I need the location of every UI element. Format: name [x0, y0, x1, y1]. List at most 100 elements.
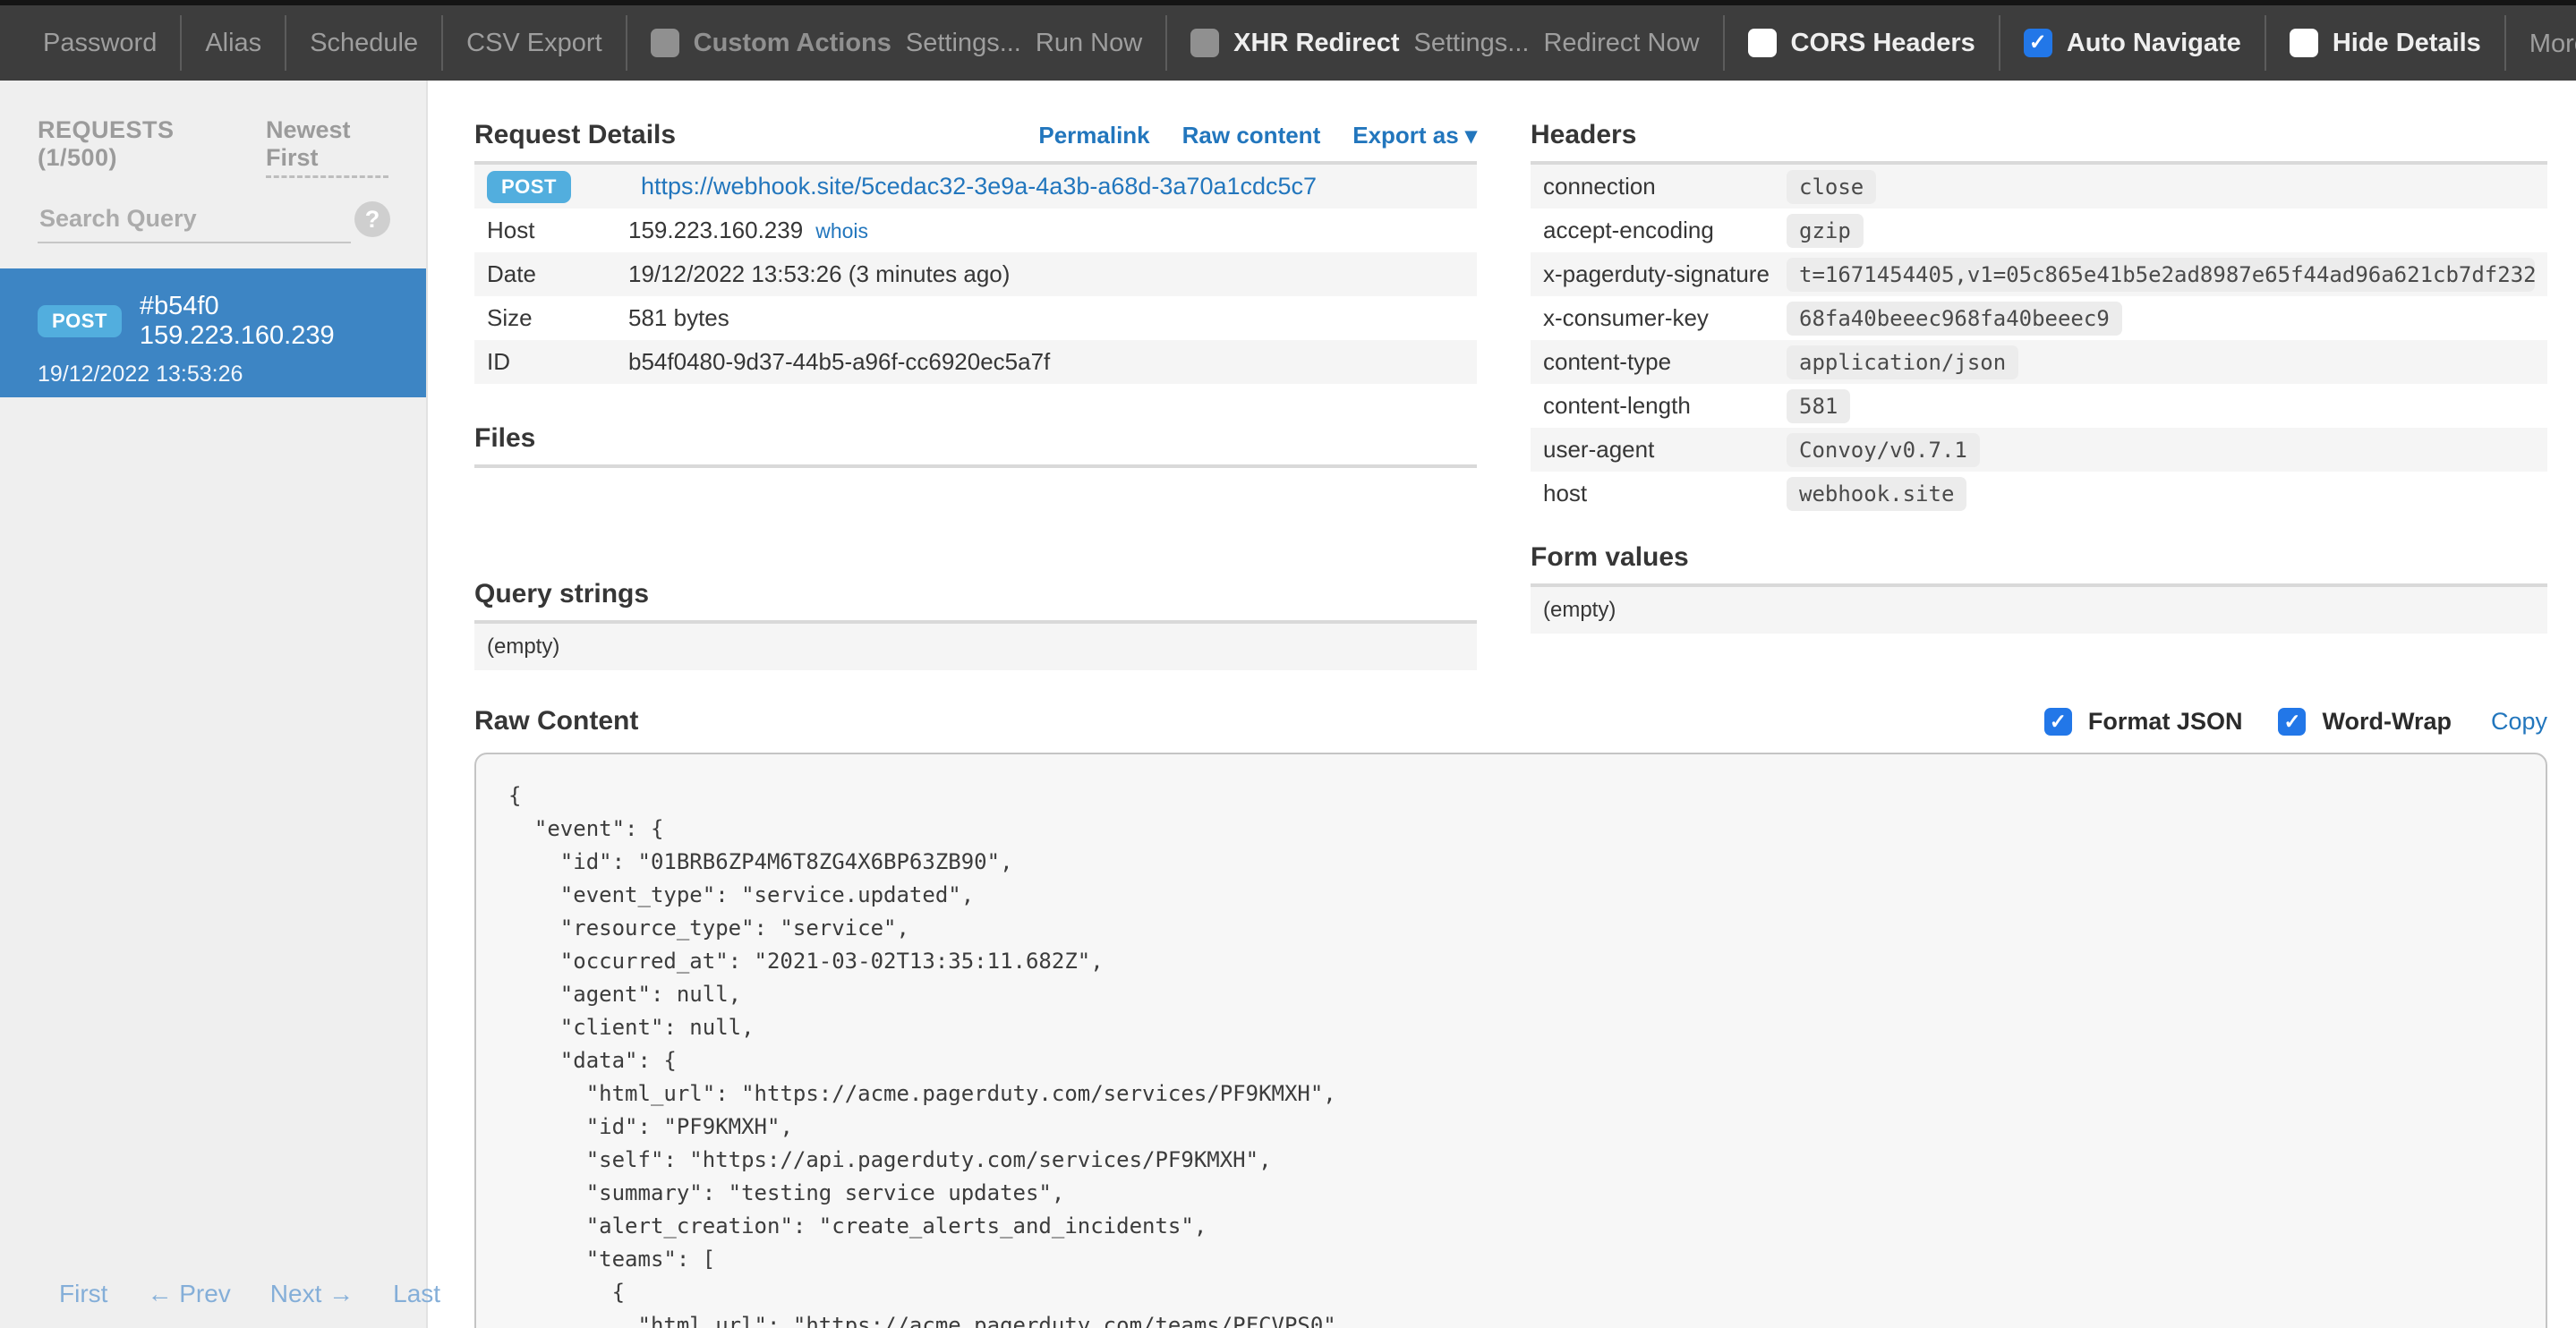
- table-row: Date 19/12/2022 13:53:26 (3 minutes ago): [474, 252, 1477, 296]
- pagination-prev[interactable]: ← Prev: [147, 1280, 230, 1308]
- table-row: user-agent Convoy/v0.7.1: [1531, 428, 2547, 472]
- raw-content-body[interactable]: { "event": { "id": "01BRB6ZP4M6T8ZG4X6BP…: [474, 753, 2547, 1328]
- query-strings-empty: (empty): [474, 624, 1477, 670]
- request-url-link[interactable]: https://webhook.site/5cedac32-3e9a-4a3b-…: [641, 173, 1317, 200]
- top-navbar: Password Alias Schedule CSV Export Custo…: [0, 5, 2576, 81]
- nav-divider: [441, 15, 443, 71]
- headers-table: connection close accept-encoding gzip x-…: [1531, 165, 2547, 515]
- pagination-last[interactable]: Last: [393, 1280, 440, 1308]
- header-name: user-agent: [1543, 436, 1787, 464]
- host-value: 159.223.160.239: [628, 217, 803, 244]
- hide-details-checkbox[interactable]: [2290, 29, 2318, 57]
- custom-actions-run-now-link[interactable]: Run Now: [1036, 29, 1142, 58]
- whois-link[interactable]: whois: [815, 219, 868, 243]
- nav-divider: [1999, 15, 2000, 71]
- xhr-redirect-checkbox[interactable]: [1190, 29, 1219, 57]
- auto-navigate-checkbox[interactable]: [2024, 29, 2052, 57]
- row-label: Host: [487, 217, 628, 244]
- hide-details-label: Hide Details: [2333, 29, 2481, 58]
- pagination: First ← Prev Next → Last: [0, 1280, 426, 1308]
- header-value: gzip: [1787, 214, 1864, 248]
- custom-actions-checkbox[interactable]: [651, 29, 679, 57]
- header-name: content-length: [1543, 392, 1787, 420]
- export-as-dropdown[interactable]: Export as ▾: [1352, 122, 1477, 149]
- nav-divider: [1165, 15, 1167, 71]
- permalink-link[interactable]: Permalink: [1038, 122, 1149, 149]
- header-name: connection: [1543, 173, 1787, 200]
- word-wrap-label: Word-Wrap: [2322, 708, 2452, 736]
- requests-count-label: REQUESTS (1/500): [38, 116, 228, 172]
- xhr-redirect-now-link[interactable]: Redirect Now: [1543, 29, 1699, 58]
- header-value: close: [1787, 170, 1876, 204]
- form-values-empty: (empty): [1531, 587, 2547, 634]
- xhr-redirect-settings-link[interactable]: Settings...: [1413, 29, 1529, 58]
- header-name: host: [1543, 480, 1787, 507]
- nav-schedule[interactable]: Schedule: [310, 29, 418, 58]
- pagination-next[interactable]: Next →: [270, 1280, 354, 1308]
- header-value: application/json: [1787, 345, 2018, 379]
- xhr-redirect-label: XHR Redirect: [1233, 29, 1399, 58]
- size-value: 581 bytes: [628, 304, 729, 332]
- headers-title: Headers: [1531, 120, 1636, 150]
- nav-divider: [626, 15, 627, 71]
- form-values-section-header: Form values: [1531, 542, 2547, 587]
- nav-password[interactable]: Password: [43, 29, 157, 58]
- header-value: webhook.site: [1787, 477, 1966, 511]
- nav-csv-export[interactable]: CSV Export: [466, 29, 602, 58]
- table-row: host webhook.site: [1531, 472, 2547, 515]
- sort-order-toggle[interactable]: Newest First: [266, 116, 388, 178]
- query-strings-title: Query strings: [474, 579, 649, 609]
- table-row: x-pagerduty-signature t=1671454405,v1=05…: [1531, 252, 2547, 296]
- table-row: content-length 581: [1531, 384, 2547, 428]
- table-row: POST https://webhook.site/5cedac32-3e9a-…: [474, 165, 1477, 209]
- custom-actions-settings-link[interactable]: Settings...: [906, 29, 1021, 58]
- help-icon[interactable]: ?: [354, 201, 390, 237]
- header-value: 68fa40beeec968fa40beeec9: [1787, 302, 2122, 336]
- nav-divider: [180, 15, 182, 71]
- headers-section: Headers connection close accept-encoding…: [1531, 120, 2547, 634]
- table-row: accept-encoding gzip: [1531, 209, 2547, 252]
- custom-actions-label: Custom Actions: [694, 29, 891, 58]
- method-badge: POST: [38, 305, 122, 337]
- form-values-title: Form values: [1531, 542, 1689, 573]
- cors-headers-checkbox[interactable]: [1748, 29, 1777, 57]
- row-label: Size: [487, 304, 628, 332]
- nav-divider: [285, 15, 286, 71]
- row-label: Date: [487, 260, 628, 288]
- format-json-checkbox[interactable]: [2044, 708, 2072, 736]
- row-label: ID: [487, 348, 628, 376]
- table-row: connection close: [1531, 165, 2547, 209]
- header-name: accept-encoding: [1543, 217, 1787, 244]
- word-wrap-checkbox[interactable]: [2278, 708, 2306, 736]
- table-row: Size 581 bytes: [474, 296, 1477, 340]
- request-item-timestamp: 19/12/2022 13:53:26: [38, 362, 399, 387]
- request-details-table: POST https://webhook.site/5cedac32-3e9a-…: [474, 165, 1477, 384]
- nav-divider: [2265, 15, 2266, 71]
- table-row: Host 159.223.160.239 whois: [474, 209, 1477, 252]
- more-dropdown[interactable]: More ▾: [2529, 28, 2576, 59]
- raw-content-section: Raw Content Format JSON Word-Wrap Copy {…: [474, 706, 2547, 1328]
- query-strings-section-header: Query strings: [474, 579, 1477, 624]
- table-row: content-type application/json: [1531, 340, 2547, 384]
- request-list-item-selected[interactable]: POST #b54f0 159.223.160.239 19/12/2022 1…: [0, 268, 426, 397]
- header-value: t=1671454405,v1=05c865e41b5e2ad8987e65f4…: [1787, 258, 2535, 292]
- pagination-first[interactable]: First: [59, 1280, 107, 1308]
- cors-headers-label: CORS Headers: [1791, 29, 1975, 58]
- method-badge: POST: [487, 171, 571, 203]
- files-title: Files: [474, 423, 535, 454]
- nav-alias[interactable]: Alias: [205, 29, 261, 58]
- files-section-header: Files: [474, 423, 1477, 468]
- copy-link[interactable]: Copy: [2491, 708, 2547, 736]
- header-name: x-consumer-key: [1543, 304, 1787, 332]
- search-input[interactable]: [38, 200, 351, 243]
- raw-content-title: Raw Content: [474, 706, 638, 736]
- request-details-title: Request Details: [474, 120, 676, 150]
- date-value: 19/12/2022 13:53:26 (3 minutes ago): [628, 260, 1010, 288]
- header-value: 581: [1787, 389, 1850, 423]
- raw-content-link[interactable]: Raw content: [1182, 122, 1321, 149]
- header-value: Convoy/v0.7.1: [1787, 433, 1980, 467]
- table-row: ID b54f0480-9d37-44b5-a96f-cc6920ec5a7f: [474, 340, 1477, 384]
- nav-divider: [1723, 15, 1725, 71]
- format-json-label: Format JSON: [2088, 708, 2243, 736]
- request-id-value: b54f0480-9d37-44b5-a96f-cc6920ec5a7f: [628, 348, 1050, 376]
